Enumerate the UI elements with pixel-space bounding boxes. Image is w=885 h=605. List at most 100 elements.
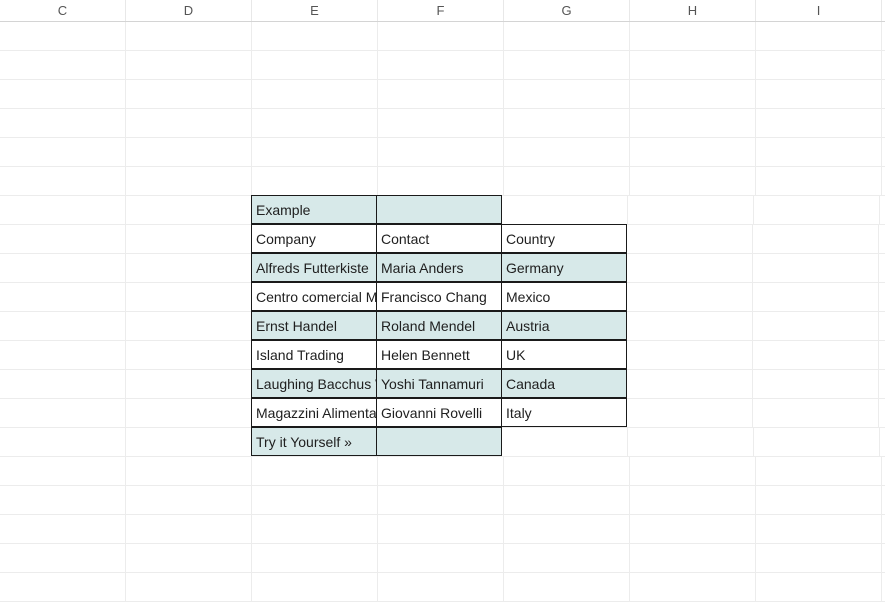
cell[interactable]	[378, 138, 504, 166]
cell[interactable]	[126, 138, 252, 166]
cell[interactable]	[126, 428, 252, 456]
cell[interactable]	[630, 457, 756, 485]
cell[interactable]	[753, 225, 879, 253]
cell[interactable]	[378, 22, 504, 50]
try-it-yourself-link[interactable]: Try it Yourself »	[251, 427, 377, 456]
cell[interactable]	[252, 138, 378, 166]
cell[interactable]	[504, 22, 630, 50]
cell[interactable]	[504, 486, 630, 514]
table-title[interactable]: Example	[251, 195, 377, 224]
cell[interactable]	[252, 544, 378, 572]
cell-country[interactable]: Mexico	[501, 282, 627, 311]
cell[interactable]	[0, 109, 126, 137]
cell[interactable]	[0, 428, 126, 456]
cell[interactable]	[627, 283, 753, 311]
cell[interactable]	[753, 254, 879, 282]
cell[interactable]	[252, 167, 378, 195]
cell[interactable]	[252, 80, 378, 108]
cell[interactable]	[756, 544, 882, 572]
cell[interactable]	[627, 312, 753, 340]
cell[interactable]	[756, 51, 882, 79]
cell-contact[interactable]: Yoshi Tannamuri	[376, 369, 502, 398]
column-header-d[interactable]: D	[126, 0, 252, 21]
cell[interactable]	[627, 254, 753, 282]
cell[interactable]	[378, 486, 504, 514]
cell[interactable]	[630, 109, 756, 137]
cell-contact[interactable]: Maria Anders	[376, 253, 502, 282]
header-company[interactable]: Company	[251, 224, 377, 253]
cell[interactable]	[502, 196, 628, 224]
cell[interactable]	[756, 138, 882, 166]
cell[interactable]	[754, 428, 880, 456]
cell[interactable]	[627, 341, 753, 369]
cell[interactable]	[0, 544, 126, 572]
cell[interactable]	[627, 370, 753, 398]
cell[interactable]	[628, 428, 754, 456]
cell[interactable]	[378, 573, 504, 601]
cell[interactable]	[252, 486, 378, 514]
cell[interactable]	[630, 486, 756, 514]
cell-company[interactable]: Centro comercial Moctezuma	[251, 282, 377, 311]
cell[interactable]	[753, 312, 879, 340]
cell[interactable]	[504, 544, 630, 572]
cell-country[interactable]: Italy	[501, 398, 627, 427]
cell[interactable]	[504, 51, 630, 79]
cell-contact[interactable]: Francisco Chang	[376, 282, 502, 311]
cell[interactable]	[753, 399, 879, 427]
cell[interactable]	[0, 22, 126, 50]
cell[interactable]	[378, 51, 504, 79]
cell[interactable]	[630, 544, 756, 572]
grid[interactable]: ExampleCompanyContactCountryAlfreds Futt…	[0, 22, 885, 602]
cell[interactable]	[756, 515, 882, 543]
cell[interactable]	[126, 544, 252, 572]
cell[interactable]	[0, 515, 126, 543]
cell[interactable]	[126, 80, 252, 108]
cell[interactable]	[756, 573, 882, 601]
cell[interactable]	[0, 370, 126, 398]
cell[interactable]	[126, 312, 252, 340]
cell[interactable]	[378, 544, 504, 572]
cell[interactable]	[504, 167, 630, 195]
cell[interactable]	[504, 109, 630, 137]
cell[interactable]	[753, 341, 879, 369]
cell[interactable]	[756, 109, 882, 137]
cell[interactable]	[630, 515, 756, 543]
cell[interactable]	[126, 370, 252, 398]
cell-company[interactable]: Magazzini Alimentari Riuniti	[251, 398, 377, 427]
cell[interactable]	[630, 80, 756, 108]
column-header-h[interactable]: H	[630, 0, 756, 21]
cell[interactable]	[630, 51, 756, 79]
cell[interactable]	[504, 80, 630, 108]
cell[interactable]	[0, 167, 126, 195]
cell[interactable]	[756, 486, 882, 514]
cell[interactable]	[0, 51, 126, 79]
cell[interactable]	[756, 457, 882, 485]
header-contact[interactable]: Contact	[376, 224, 502, 253]
cell[interactable]	[504, 457, 630, 485]
cell[interactable]	[756, 80, 882, 108]
cell[interactable]	[126, 167, 252, 195]
cell[interactable]	[0, 341, 126, 369]
cell[interactable]	[126, 283, 252, 311]
cell[interactable]	[627, 399, 753, 427]
cell[interactable]	[627, 225, 753, 253]
cell[interactable]	[630, 573, 756, 601]
cell-country[interactable]: Austria	[501, 311, 627, 340]
cell[interactable]	[756, 167, 882, 195]
cell[interactable]	[0, 283, 126, 311]
cell[interactable]	[126, 515, 252, 543]
cell-company[interactable]: Alfreds Futterkiste	[251, 253, 377, 282]
cell[interactable]	[252, 515, 378, 543]
cell-contact[interactable]: Roland Mendel	[376, 311, 502, 340]
cell[interactable]	[378, 167, 504, 195]
cell[interactable]	[0, 486, 126, 514]
cell[interactable]	[628, 196, 754, 224]
column-header-f[interactable]: F	[378, 0, 504, 21]
column-header-c[interactable]: C	[0, 0, 126, 21]
cell[interactable]	[126, 457, 252, 485]
cell[interactable]	[252, 51, 378, 79]
cell[interactable]	[252, 22, 378, 50]
column-header-g[interactable]: G	[504, 0, 630, 21]
cell-contact[interactable]: Giovanni Rovelli	[376, 398, 502, 427]
cell[interactable]	[630, 138, 756, 166]
